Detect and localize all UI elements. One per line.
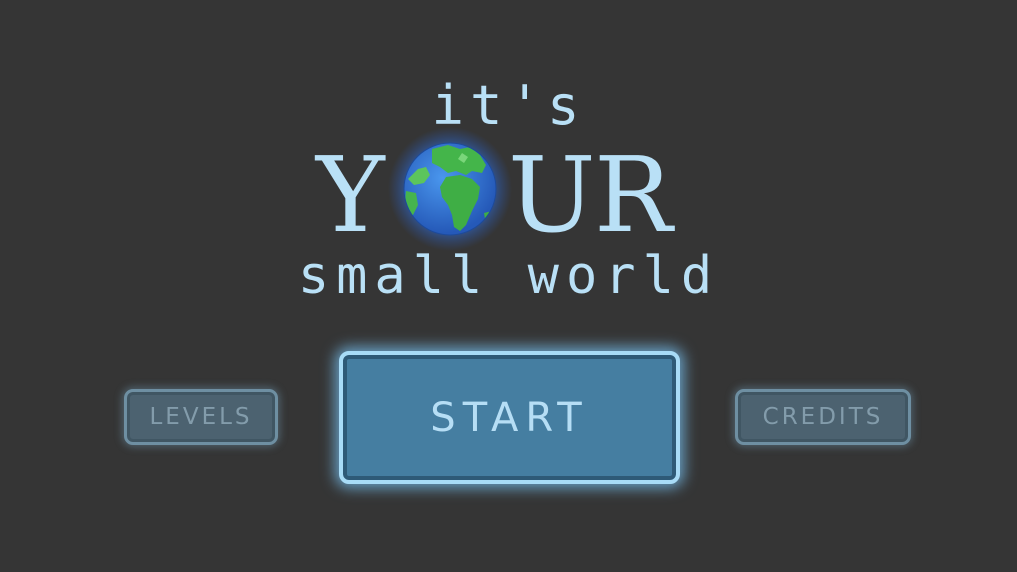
start-button[interactable]: START: [339, 351, 680, 484]
title-letter-r: R: [594, 134, 673, 256]
start-button-label: START: [430, 394, 589, 441]
levels-button[interactable]: LEVELS: [124, 389, 278, 445]
title-bottom-text: small world: [297, 246, 720, 306]
credits-button-label: CREDITS: [762, 404, 884, 430]
title-letter-u: U: [508, 134, 596, 256]
credits-button[interactable]: CREDITS: [735, 389, 911, 445]
earth-globe-icon: [388, 127, 512, 251]
levels-button-label: LEVELS: [149, 404, 253, 430]
title-letter-y: Y: [316, 134, 385, 256]
